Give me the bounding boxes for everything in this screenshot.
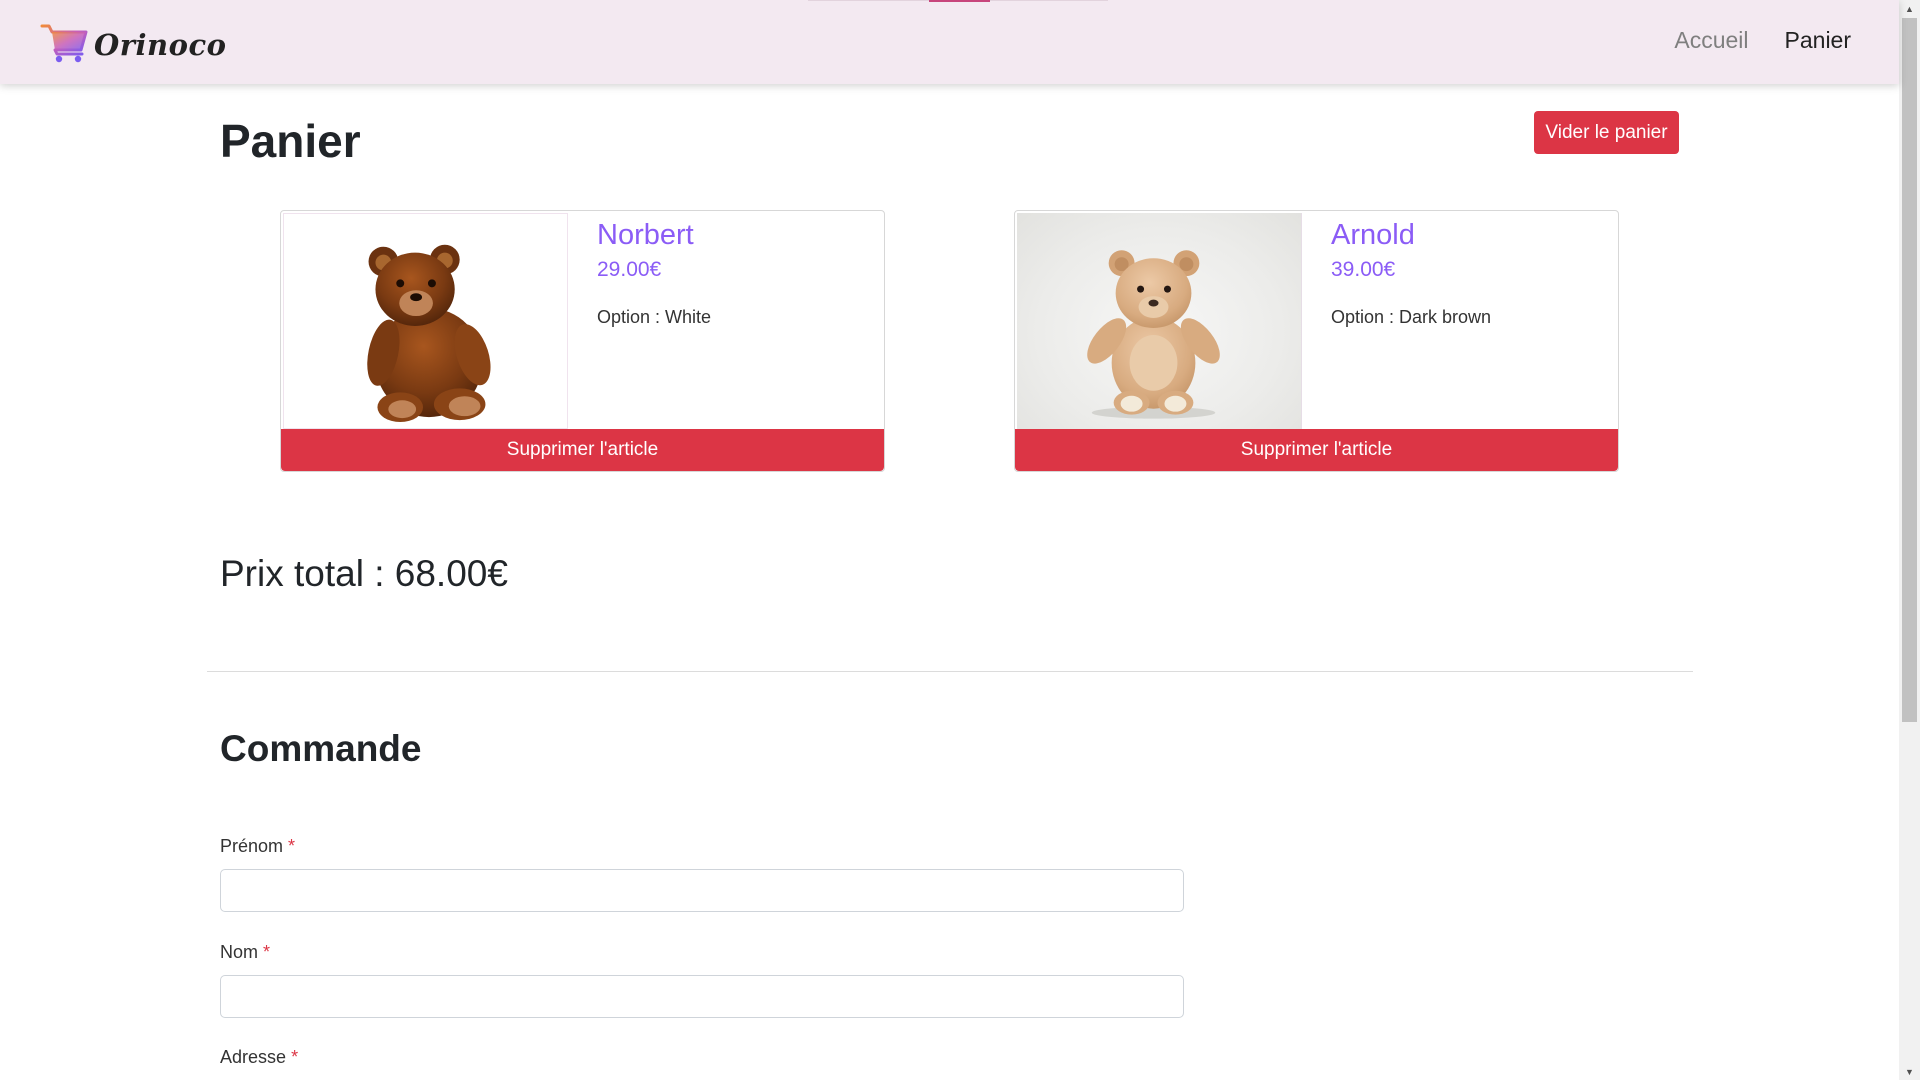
product-option: Option : Dark brown xyxy=(1331,307,1492,327)
required-marker: * xyxy=(291,1047,299,1067)
product-price: 39.00€ xyxy=(1331,258,1396,281)
first-name-field[interactable] xyxy=(220,869,1184,912)
brand-logo-link[interactable]: Orinoco xyxy=(40,24,227,66)
nav-link-panier[interactable]: Panier xyxy=(1785,27,1851,54)
product-name[interactable]: Norbert xyxy=(597,219,874,252)
last-name-label-text: Nom xyxy=(220,942,259,962)
product-image xyxy=(1017,213,1302,429)
remove-item-button[interactable]: Supprimer l'article xyxy=(281,429,884,471)
shopping-cart-icon xyxy=(40,22,90,69)
navbar: Orinoco Accueil Panier xyxy=(0,0,1899,84)
section-divider xyxy=(207,671,1693,672)
page-title: Panier xyxy=(220,115,361,167)
last-name-label: Nom * xyxy=(220,942,270,963)
teddy-bear-brown-icon xyxy=(284,244,567,428)
vertical-scrollbar[interactable]: ▲ ▼ xyxy=(1899,0,1920,1080)
teddy-bear-beige-icon xyxy=(1017,250,1301,429)
last-name-field[interactable] xyxy=(220,975,1184,1018)
card-body: Arnold 39.00€ Option : Dark brown xyxy=(1331,219,1608,328)
address-label: Adresse * xyxy=(220,1047,298,1068)
scroll-up-arrow-icon[interactable]: ▲ xyxy=(1899,0,1920,17)
address-label-text: Adresse xyxy=(220,1047,287,1067)
remove-item-button[interactable]: Supprimer l'article xyxy=(1015,429,1618,471)
cart-item-card: Arnold 39.00€ Option : Dark brown Suppri… xyxy=(1014,210,1619,472)
required-marker: * xyxy=(288,836,296,856)
nav-links: Accueil Panier xyxy=(1674,27,1851,54)
scroll-thumb[interactable] xyxy=(1902,18,1917,722)
total-price: Prix total : 68.00€ xyxy=(220,553,508,594)
product-option: Option : White xyxy=(597,307,712,327)
brand-name: Orinoco xyxy=(94,28,227,62)
card-body: Norbert 29.00€ Option : White xyxy=(597,219,874,328)
product-price: 29.00€ xyxy=(597,258,662,281)
product-name[interactable]: Arnold xyxy=(1331,219,1608,252)
nav-top-accent xyxy=(929,0,990,2)
order-section-title: Commande xyxy=(220,728,422,769)
first-name-label-text: Prénom xyxy=(220,836,284,856)
first-name-label: Prénom * xyxy=(220,836,295,857)
required-marker: * xyxy=(263,942,271,962)
scroll-down-arrow-icon[interactable]: ▼ xyxy=(1899,1063,1920,1080)
nav-link-accueil[interactable]: Accueil xyxy=(1674,27,1748,54)
product-image xyxy=(283,213,568,429)
empty-cart-button[interactable]: Vider le panier xyxy=(1534,111,1679,154)
cart-item-card: Norbert 29.00€ Option : White Supprimer … xyxy=(280,210,885,472)
